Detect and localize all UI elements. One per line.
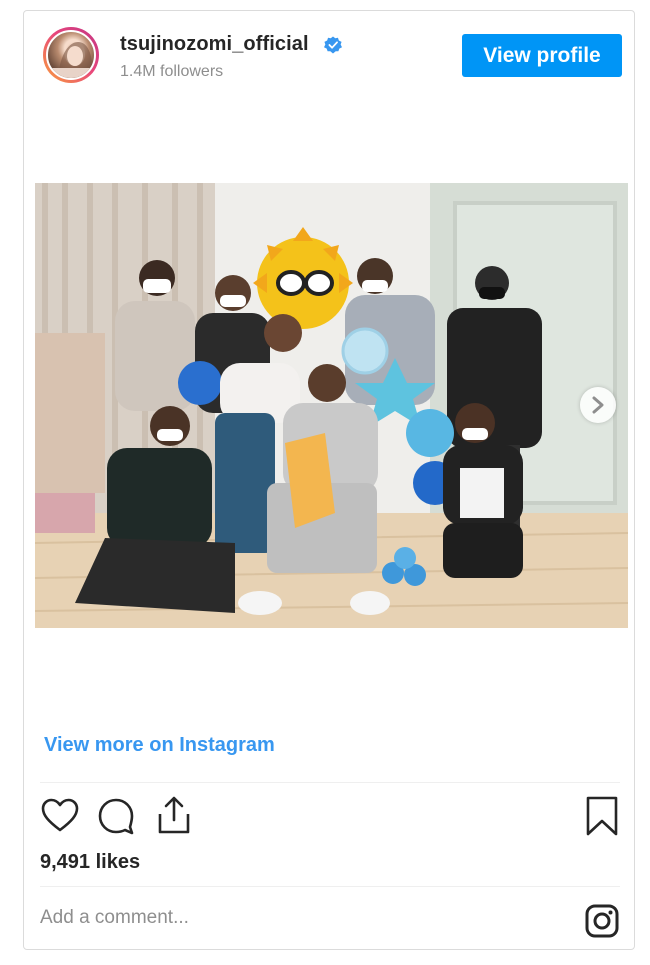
share-icon[interactable] xyxy=(154,794,194,836)
bookmark-icon[interactable] xyxy=(584,795,620,837)
view-profile-button[interactable]: View profile xyxy=(462,34,622,77)
post-image[interactable] xyxy=(35,183,628,628)
view-more-link[interactable]: View more on Instagram xyxy=(44,734,275,757)
username[interactable]: tsujinozomi_official xyxy=(120,33,309,56)
comment-icon[interactable] xyxy=(96,796,136,836)
followers-count: 1.4M followers xyxy=(120,63,224,80)
instagram-icon[interactable] xyxy=(584,903,620,939)
chevron-right-icon xyxy=(592,396,604,414)
instagram-embed-card: tsujinozomi_official 1.4M followers View… xyxy=(23,10,635,950)
comment-input[interactable]: Add a comment... xyxy=(40,907,189,929)
next-image-button[interactable] xyxy=(580,387,616,423)
heart-icon[interactable] xyxy=(40,796,80,836)
post-photo-illustration xyxy=(35,183,628,628)
avatar-image xyxy=(46,30,96,80)
verified-badge-icon xyxy=(324,36,342,54)
divider xyxy=(40,886,620,887)
likes-count: 9,491 likes xyxy=(40,851,141,873)
avatar[interactable] xyxy=(43,27,99,83)
divider xyxy=(40,782,620,783)
